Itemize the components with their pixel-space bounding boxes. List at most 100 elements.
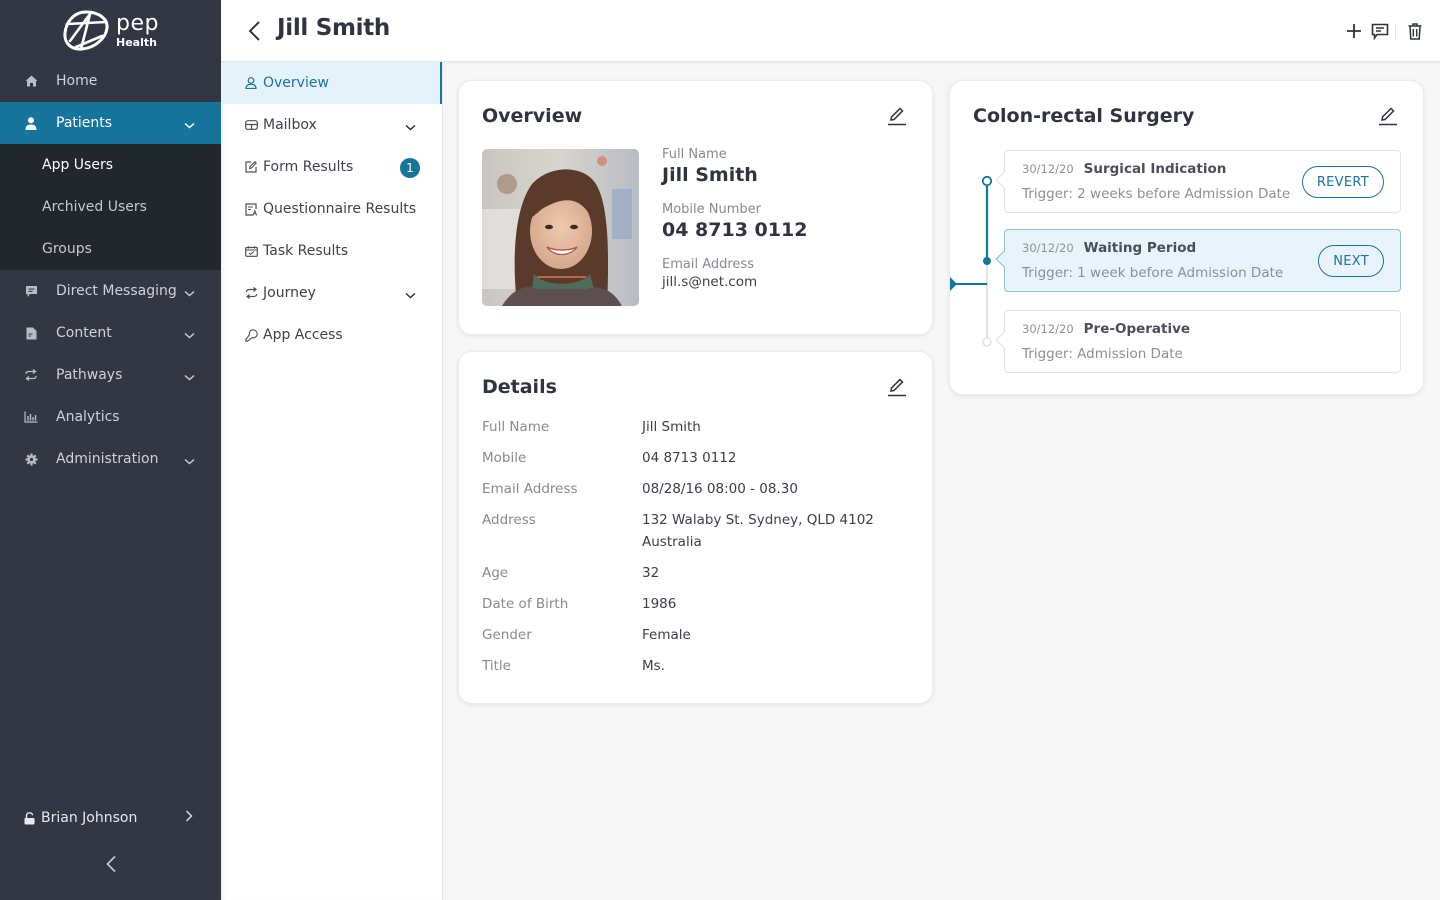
logo-wordmark: pep Health	[116, 10, 159, 48]
chevron-down-icon	[184, 285, 195, 301]
mailbox-icon	[245, 119, 258, 132]
address-line-2: Australia	[642, 534, 702, 550]
back-button[interactable]	[247, 18, 267, 44]
sidebar-subitem-groups[interactable]: Groups	[0, 228, 221, 270]
patient-photo	[482, 149, 639, 306]
sidebar-subitem-archived-users[interactable]: Archived Users	[0, 186, 221, 228]
tab-questionnaire-results[interactable]: Questionnaire Results	[221, 188, 442, 230]
details-card: Details Full Name Jill Smith Mobile 04 871…	[458, 351, 933, 704]
sidebar-item-pathways[interactable]: Pathways	[0, 354, 221, 396]
user-name: Brian Johnson	[41, 810, 138, 826]
mobile-value: 04 8713 0112	[662, 219, 808, 241]
email-label: Email Address	[662, 257, 754, 272]
tab-journey[interactable]: Journey	[221, 272, 442, 314]
sidebar-item-label: Patients	[56, 115, 113, 131]
edit-overview-button[interactable]	[886, 105, 908, 127]
timeline-node-current	[983, 257, 991, 265]
tab-label: Task Results	[263, 243, 349, 259]
detail-key: Date of Birth	[482, 596, 569, 612]
sidebar-item-direct-messaging[interactable]: Direct Messaging	[0, 270, 221, 312]
unlock-icon	[24, 811, 35, 825]
step-name: Surgical Indication	[1083, 161, 1227, 177]
delete-button[interactable]	[1404, 20, 1426, 42]
sidebar-item-label: Direct Messaging	[56, 283, 177, 299]
address-line-1: 132 Walaby St. Sydney, QLD 4102	[642, 512, 874, 528]
primary-nav: Home Patients App Users Archived Users G…	[0, 60, 221, 480]
patients-submenu: App Users Archived Users Groups	[0, 144, 221, 270]
chevron-down-icon	[184, 453, 195, 469]
chevron-down-icon	[184, 117, 195, 133]
detail-value: Ms.	[642, 658, 665, 674]
chevron-down-icon	[405, 287, 416, 303]
detail-key: Email Address	[482, 481, 578, 497]
step-name: Waiting Period	[1083, 240, 1197, 256]
step-pointer	[995, 331, 1013, 349]
logo-mark-icon	[63, 10, 109, 51]
sidebar-item-label: Content	[56, 325, 112, 341]
sidebar-item-home[interactable]: Home	[0, 60, 221, 102]
timeline-pointer	[950, 277, 957, 291]
pencil-icon	[1379, 107, 1397, 126]
journey-step: 30/12/20 Surgical Indication Trigger: 2 …	[995, 150, 1401, 213]
edit-details-button[interactable]	[886, 376, 908, 398]
overview-fields: Full Name Jill Smith Mobile Number 04 87…	[662, 147, 807, 290]
document-icon	[24, 326, 38, 340]
message-button[interactable]	[1369, 20, 1391, 42]
tab-label: Form Results	[263, 159, 354, 175]
revert-button[interactable]: REVERT	[1301, 166, 1384, 198]
tab-label: Questionnaire Results	[263, 201, 417, 217]
journey-card: Colon-rectal Surgery 30/12/20 Surgical I…	[949, 80, 1424, 395]
edit-journey-button[interactable]	[1377, 105, 1399, 127]
detail-row: Email Address 08/28/16 08:00 - 08.30	[482, 478, 902, 500]
sidebar-item-label: Analytics	[56, 409, 120, 425]
user-menu[interactable]: Brian Johnson	[24, 805, 197, 831]
detail-key: Age	[482, 565, 509, 581]
sidebar-item-content[interactable]: Content	[0, 312, 221, 354]
sidebar-item-label: Administration	[56, 451, 159, 467]
person-outline-icon	[245, 77, 258, 90]
detail-value: 132 Walaby St. Sydney, QLD 4102 Australia	[642, 509, 902, 553]
detail-value: 04 8713 0112	[642, 450, 737, 466]
email-value: jill.s@net.com	[662, 274, 758, 290]
detail-key: Address	[482, 512, 536, 528]
pep-health-logo[interactable]: pep Health	[62, 8, 162, 52]
sidebar-item-label: Pathways	[56, 367, 123, 383]
sidebar-item-analytics[interactable]: Analytics	[0, 396, 221, 438]
tab-mailbox[interactable]: Mailbox	[221, 104, 442, 146]
sidebar-subitem-app-users[interactable]: App Users	[0, 144, 221, 186]
tab-task-results[interactable]: Task Results	[221, 230, 442, 272]
detail-row: Address 132 Walaby St. Sydney, QLD 4102 Au…	[482, 509, 902, 553]
detail-value: 32	[642, 565, 660, 581]
user-icon	[24, 116, 38, 130]
plus-icon	[1347, 24, 1361, 38]
tab-overview[interactable]: Overview	[221, 62, 442, 104]
step-trigger: Trigger: Admission Date	[1022, 346, 1183, 362]
step-trigger: Trigger: 1 week before Admission Date	[1022, 265, 1284, 281]
timeline-node-upcoming	[982, 337, 992, 347]
detail-row: Gender Female	[482, 624, 902, 646]
sidebar-item-patients[interactable]: Patients	[0, 102, 221, 144]
detail-key: Gender	[482, 627, 532, 643]
step-date: 30/12/20	[1022, 322, 1074, 336]
home-icon	[24, 74, 38, 88]
sidebar-item-administration[interactable]: Administration	[0, 438, 221, 480]
task-icon	[245, 245, 258, 258]
journey-step: 30/12/20 Pre-Operative Trigger: Admissio…	[995, 310, 1401, 373]
notification-badge: 1	[400, 158, 420, 178]
collapse-sidebar-button[interactable]	[100, 852, 122, 876]
next-button[interactable]: NEXT	[1318, 245, 1384, 277]
chevron-down-icon	[184, 369, 195, 385]
add-button[interactable]	[1343, 20, 1365, 42]
pencil-icon	[888, 378, 906, 397]
tab-app-access[interactable]: App Access	[221, 314, 442, 356]
gear-icon	[24, 452, 38, 466]
detail-row: Full Name Jill Smith	[482, 416, 902, 438]
brand-name: pep	[116, 10, 159, 36]
step-pointer	[995, 171, 1013, 189]
questionnaire-icon	[245, 202, 258, 216]
detail-key: Full Name	[482, 419, 550, 435]
tab-label: Overview	[263, 75, 329, 91]
main-sidebar: pep Health Home Patients App Users Archi…	[0, 0, 221, 900]
tab-form-results[interactable]: Form Results 1	[221, 146, 442, 188]
full-name-value: Jill Smith	[662, 164, 758, 186]
